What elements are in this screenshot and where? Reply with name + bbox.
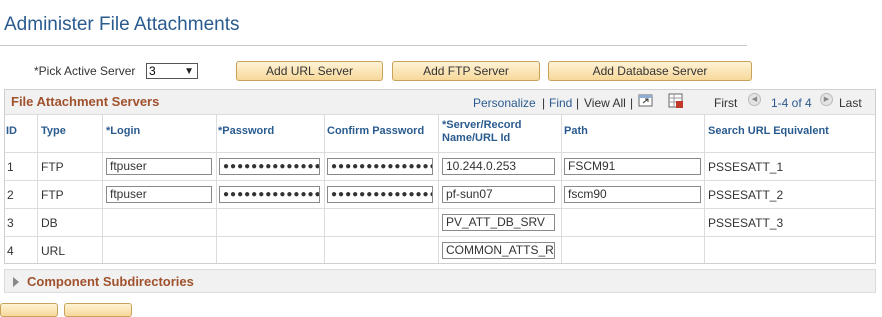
row-type: FTP bbox=[41, 188, 64, 202]
table-row: 3 DB PV_ATT_DB_SRV PSSESATT_3 bbox=[5, 208, 875, 237]
zoom-grid-icon[interactable] bbox=[638, 93, 654, 109]
confirm-password-input[interactable]: ●●●●●●●●●●●●●●●●● bbox=[327, 158, 433, 175]
nav-separator: | bbox=[630, 96, 634, 110]
password-input[interactable]: ●●●●●●●●●●●●●●●●● bbox=[219, 186, 320, 203]
col-header-search-url: Search URL Equivalent bbox=[708, 125, 829, 137]
server-input[interactable]: COMMON_ATTS_RI bbox=[442, 242, 555, 259]
col-header-server-line1: *Server/Record bbox=[442, 119, 522, 131]
bottom-action-button[interactable] bbox=[64, 303, 132, 317]
col-header-login: *Login bbox=[106, 125, 141, 137]
row-range: 1-4 of 4 bbox=[771, 96, 812, 110]
server-input[interactable]: PV_ATT_DB_SRV bbox=[442, 214, 555, 231]
server-input[interactable]: 10.244.0.253 bbox=[442, 158, 555, 175]
path-input[interactable]: FSCM91 bbox=[564, 158, 701, 175]
path-input[interactable]: fscm90 bbox=[564, 186, 701, 203]
component-subdirectories-section[interactable]: Component Subdirectories bbox=[4, 269, 876, 293]
col-header-password: *Password bbox=[218, 125, 275, 137]
server-input[interactable]: pf-sun07 bbox=[442, 186, 555, 203]
password-input[interactable]: ●●●●●●●●●●●●●●●●● bbox=[219, 158, 320, 175]
col-header-path: Path bbox=[564, 125, 588, 137]
row-type: DB bbox=[41, 216, 58, 230]
login-input[interactable]: ftpuser bbox=[106, 158, 212, 175]
next-icon[interactable]: ▶ bbox=[820, 93, 833, 106]
add-database-server-button[interactable]: Add Database Server bbox=[548, 61, 752, 81]
nav-separator: | bbox=[542, 96, 546, 110]
col-header-server-line2: Name/URL Id bbox=[442, 132, 511, 144]
col-header-confirm-password: Confirm Password bbox=[327, 125, 425, 137]
table-row: 4 URL COMMON_ATTS_RI bbox=[5, 236, 875, 265]
row-type: URL bbox=[41, 244, 66, 258]
col-header-type: Type bbox=[41, 125, 66, 137]
row-id: 2 bbox=[7, 188, 14, 202]
search-url-value: PSSESATT_2 bbox=[708, 188, 784, 202]
file-attachment-servers-grid: File Attachment Servers Personalize | Fi… bbox=[4, 89, 876, 264]
row-id: 3 bbox=[7, 216, 14, 230]
view-all-link[interactable]: View All bbox=[584, 96, 626, 110]
download-to-spreadsheet-icon[interactable] bbox=[668, 93, 684, 109]
pick-server-label: *Pick Active Server bbox=[34, 64, 136, 78]
search-url-value: PSSESATT_3 bbox=[708, 216, 784, 230]
title-divider bbox=[0, 45, 747, 46]
login-input[interactable]: ftpuser bbox=[106, 186, 212, 203]
find-link[interactable]: Find bbox=[549, 96, 572, 110]
pick-server-select[interactable]: 3 ▼ bbox=[146, 63, 198, 79]
table-row: 1 FTP ftpuser ●●●●●●●●●●●●● ●●●● ●●●●●●●●… bbox=[5, 152, 875, 181]
table-row: 2 FTP ftpuser ●●●●●●●●●●●●● ●●●● ●●●●●●●●… bbox=[5, 180, 875, 209]
page-title: Administer File Attachments bbox=[4, 14, 240, 35]
row-type: FTP bbox=[41, 160, 64, 174]
personalize-link[interactable]: Personalize bbox=[473, 96, 536, 110]
nav-separator: | bbox=[576, 96, 580, 110]
col-header-server: *Server/Record Name/URL Id bbox=[442, 119, 522, 145]
bottom-action-button[interactable] bbox=[0, 303, 58, 317]
grid-header: File Attachment Servers Personalize | Fi… bbox=[5, 90, 875, 115]
row-id: 4 bbox=[7, 244, 14, 258]
confirm-password-input[interactable]: ●●●●●●●●●●●●●●●●● bbox=[327, 186, 433, 203]
chevron-down-icon: ▼ bbox=[184, 66, 194, 77]
expand-arrow-icon[interactable] bbox=[13, 277, 19, 287]
last-link[interactable]: Last bbox=[839, 96, 862, 110]
first-link[interactable]: First bbox=[714, 96, 737, 110]
add-ftp-server-button[interactable]: Add FTP Server bbox=[392, 61, 540, 81]
add-url-server-button[interactable]: Add URL Server bbox=[236, 61, 383, 81]
col-header-id: ID bbox=[6, 125, 17, 137]
component-subdirectories-label: Component Subdirectories bbox=[27, 274, 194, 289]
search-url-value: PSSESATT_1 bbox=[708, 160, 784, 174]
previous-icon[interactable]: ◀ bbox=[748, 93, 761, 106]
grid-title: File Attachment Servers bbox=[11, 94, 160, 109]
row-id: 1 bbox=[7, 160, 14, 174]
pick-server-value: 3 bbox=[149, 64, 156, 78]
